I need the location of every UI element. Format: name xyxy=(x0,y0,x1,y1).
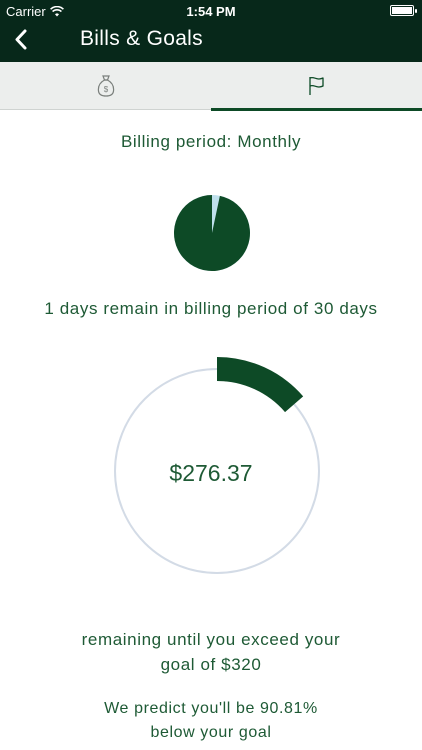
page-title: Bills & Goals xyxy=(80,27,203,50)
billing-period-pie xyxy=(174,195,250,271)
chevron-left-icon[interactable] xyxy=(10,26,40,56)
svg-text:$: $ xyxy=(103,85,108,94)
prediction-line2: below your goal xyxy=(150,724,272,741)
tab-bar: $ xyxy=(0,62,422,111)
flag-icon xyxy=(308,76,324,95)
tab-bills[interactable]: $ xyxy=(0,62,211,110)
status-time: 1:54 PM xyxy=(186,4,236,19)
tab-selected-indicator xyxy=(211,108,422,111)
gauge-progress-arc xyxy=(216,357,304,413)
goal-remaining-text: remaining until you exceed your goal of … xyxy=(0,627,422,677)
navigation-bar: Bills & Goals xyxy=(0,22,422,62)
remaining-amount: $276.37 xyxy=(169,460,253,486)
battery-icon xyxy=(390,5,417,16)
money-bag-icon: $ xyxy=(97,75,114,97)
pie-elapsed-slice xyxy=(174,195,250,271)
prediction-text: We predict you'll be 90.81% below your g… xyxy=(0,697,422,745)
prediction-line1: We predict you'll be 90.81% xyxy=(104,700,318,717)
goal-remaining-line1: remaining until you exceed your xyxy=(81,630,341,649)
status-bar: Carrier 1:54 PM xyxy=(0,0,422,22)
tab-goals[interactable] xyxy=(211,62,422,111)
goal-remaining-line2: goal of $320 xyxy=(160,655,262,674)
billing-period-label: Billing period: Monthly xyxy=(120,132,302,151)
days-remaining-text: 1 days remain in billing period of 30 da… xyxy=(44,299,378,318)
